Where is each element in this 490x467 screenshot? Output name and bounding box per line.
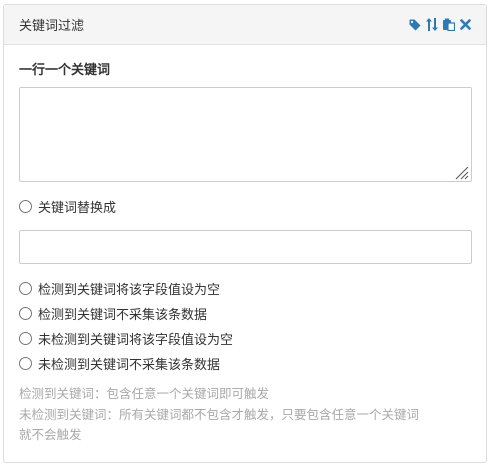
replace-radio-label: 关键词替换成 [38,200,117,216]
sort-icon[interactable] [425,18,438,32]
keywords-label: 一行一个关键词 [19,63,111,78]
close-icon[interactable] [459,18,472,32]
keyword-filter-panel: 关键词过滤 一行一个关键词 关键词替换成 检测到关键词将该字段值设为空 检测到关… [3,4,487,463]
radio-button[interactable] [19,282,32,295]
option-radio-skip-when-detected[interactable]: 检测到关键词不采集该条数据 [19,301,471,326]
paste-icon[interactable] [442,18,455,32]
option-label: 未检测到关键词将该字段值设为空 [38,333,234,348]
option-label: 检测到关键词不采集该条数据 [38,308,208,323]
panel-header: 关键词过滤 [4,5,486,45]
radio-button[interactable] [19,307,32,320]
panel-body: 一行一个关键词 关键词替换成 检测到关键词将该字段值设为空 检测到关键词不采集该… [4,45,486,446]
keywords-textarea[interactable] [19,87,472,182]
option-radio-set-empty-when-not-detected[interactable]: 未检测到关键词将该字段值设为空 [19,326,471,351]
help-line: 未检测到关键词：所有关键词都不包含才触发，只要包含任意一个关键词 [19,406,420,422]
option-radio-skip-when-not-detected[interactable]: 未检测到关键词不采集该条数据 [19,351,471,376]
replace-radio[interactable]: 关键词替换成 [19,196,471,216]
option-label: 检测到关键词将该字段值设为空 [38,283,221,298]
tag-icon[interactable] [408,18,421,32]
filter-options: 检测到关键词将该字段值设为空 检测到关键词不采集该条数据 未检测到关键词将该字段… [19,276,471,376]
help-line: 就不会触发 [19,427,82,442]
radio-button[interactable] [19,357,32,370]
radio-button[interactable] [19,332,32,345]
header-toolbar [408,18,472,32]
help-text: 检测到关键词：包含任意一个关键词即可触发 未检测到关键词：所有关键词都不包含才触… [19,384,471,446]
panel-title: 关键词过滤 [19,19,85,34]
option-label: 未检测到关键词不采集该条数据 [38,358,221,373]
option-radio-set-empty-when-detected[interactable]: 检测到关键词将该字段值设为空 [19,276,471,301]
radio-button[interactable] [19,199,32,213]
help-line: 检测到关键词：包含任意一个关键词即可触发 [19,386,270,401]
replace-input[interactable] [19,230,472,264]
keywords-textarea-wrapper [19,87,472,182]
